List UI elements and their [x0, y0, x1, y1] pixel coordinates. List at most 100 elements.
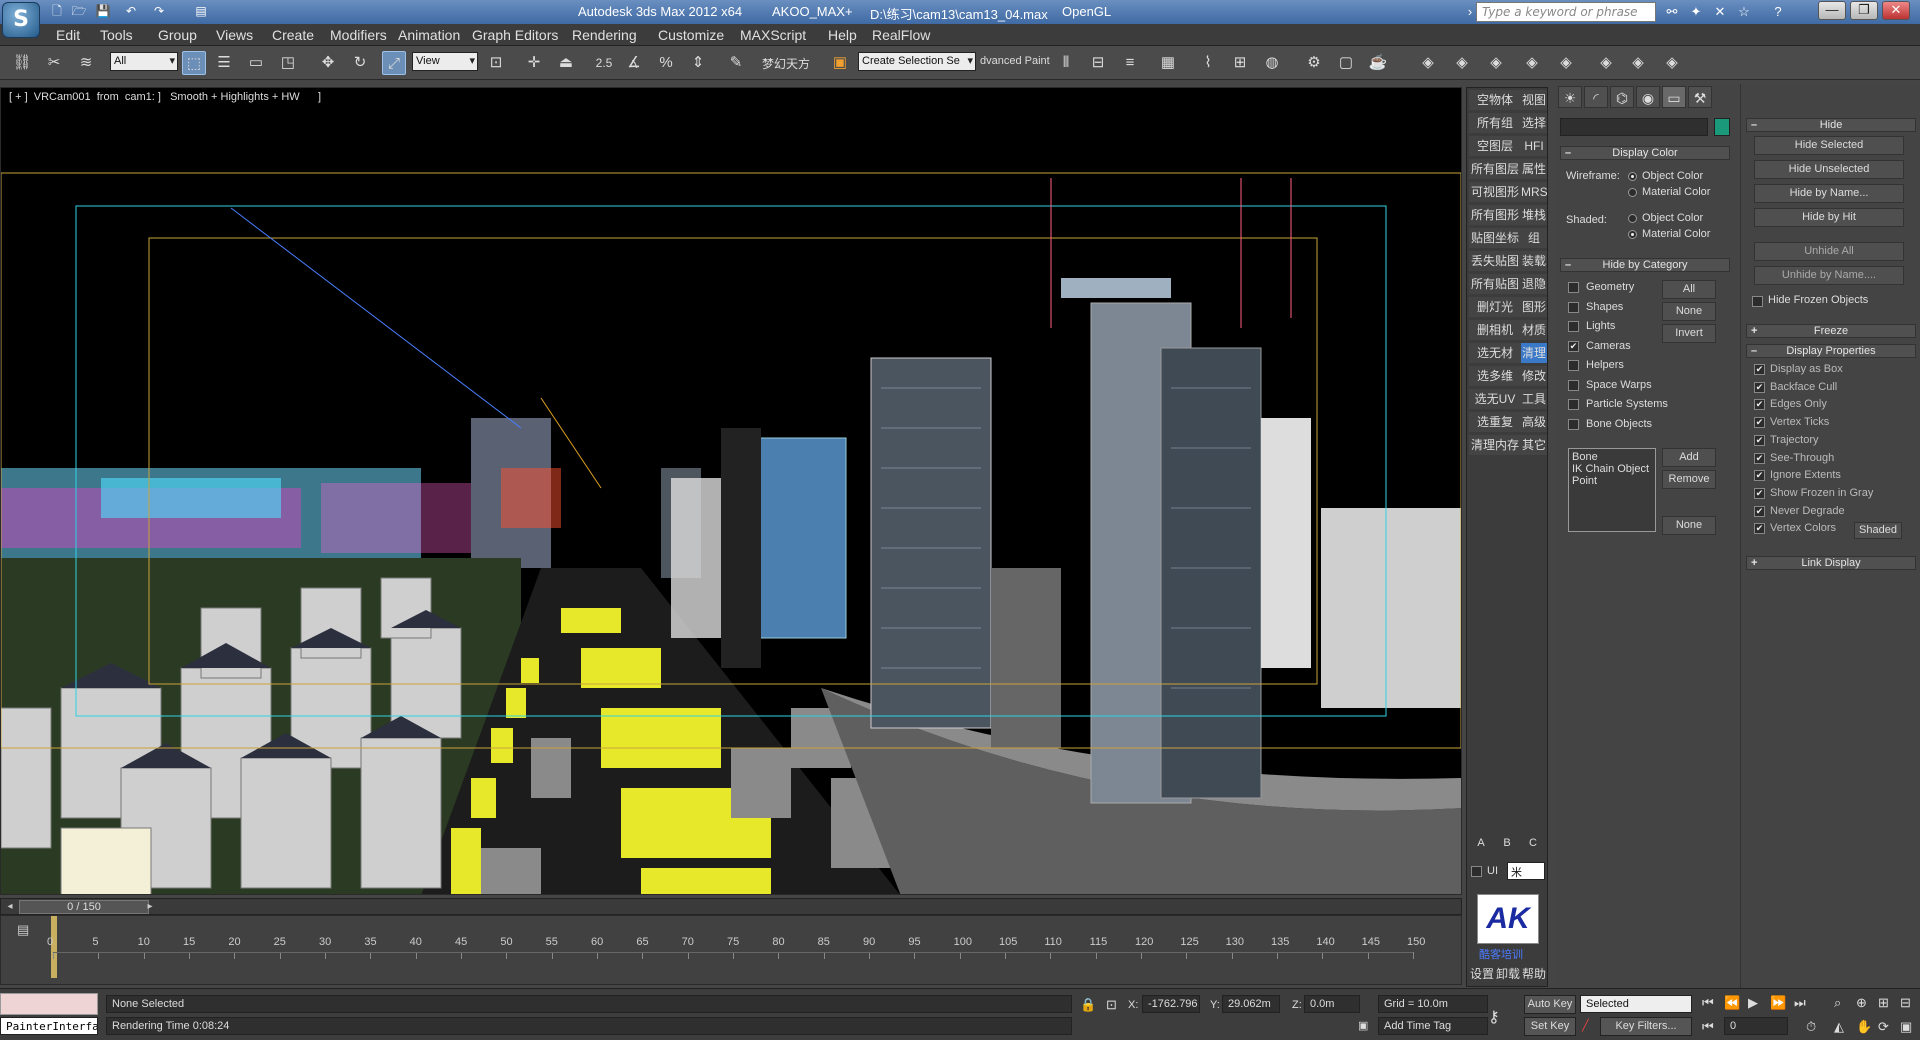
category-none2-button[interactable]: None [1662, 516, 1716, 535]
new-file-icon[interactable]: 🗋 [48, 3, 66, 20]
mirror-icon[interactable]: ⫴ [1054, 51, 1078, 75]
bind-space-warp-icon[interactable]: ≋ [74, 51, 98, 75]
camera-viewport[interactable]: [ + ] VRCam001 from cam1: ] Smooth + Hig… [0, 87, 1462, 895]
hide-by-category-rollout-header[interactable]: – Hide by Category [1560, 258, 1730, 272]
search-input[interactable]: Type a keyword or phrase [1476, 2, 1656, 22]
z-coordinate-field[interactable]: 0.0m [1304, 995, 1360, 1013]
select-and-scale-icon[interactable]: ⤢ [382, 51, 406, 75]
script-button[interactable]: MRS [1521, 182, 1547, 202]
vray-tool-7-icon[interactable]: ◈ [1626, 51, 1650, 75]
script-button[interactable]: 所有图形 [1469, 205, 1521, 225]
ak-logo[interactable]: AK [1477, 894, 1539, 944]
script-button[interactable]: 图形 [1521, 297, 1547, 317]
link-display-rollout-header[interactable]: + Link Display [1746, 556, 1916, 570]
plugin-icon[interactable]: ▣ [828, 51, 852, 75]
display-property-checkbox[interactable]: ✔ [1754, 452, 1765, 464]
material-editor-icon[interactable]: ◍ [1260, 51, 1284, 75]
field-of-view-icon[interactable]: ◭ [1834, 1019, 1844, 1035]
zoom-all-icon[interactable]: ⊕ [1856, 995, 1867, 1011]
category-bone-objects-checkbox[interactable] [1568, 418, 1579, 430]
time-tag-icon[interactable]: ▣ [1358, 1019, 1368, 1032]
category-add-button[interactable]: Add [1662, 448, 1716, 467]
utilities-tab-icon[interactable]: ⚒ [1688, 86, 1712, 108]
hide-button[interactable]: Hide Unselected [1754, 160, 1904, 179]
keyboard-shortcut-override-icon[interactable]: ⏏ [554, 51, 578, 75]
play-icon[interactable]: ▶ [1748, 995, 1758, 1011]
display-color-rollout-header[interactable]: – Display Color [1560, 146, 1730, 160]
key-mode-icon[interactable]: ⏮ [1702, 1019, 1714, 1035]
script-button[interactable]: 选无材 [1469, 343, 1521, 363]
rectangular-selection-icon[interactable]: ▭ [244, 51, 268, 75]
script-button[interactable]: 空图层 [1469, 136, 1521, 156]
menu-create[interactable]: Create [272, 27, 314, 43]
script-button[interactable]: 删灯光 [1469, 297, 1521, 317]
next-key-icon[interactable]: ⏩ [1770, 995, 1786, 1011]
percent-snap-icon[interactable]: % [654, 51, 678, 75]
zoom-extents-icon[interactable]: ⊞ [1878, 995, 1889, 1011]
time-slider[interactable]: ◂ 0 / 150 ▸ [0, 898, 1462, 915]
align-icon[interactable]: ⊟ [1086, 51, 1110, 75]
menu-customize[interactable]: Customize [658, 27, 724, 43]
prev-frame-icon[interactable]: ◂ [3, 900, 17, 914]
modify-tab-icon[interactable]: ◜ [1584, 86, 1608, 108]
script-button[interactable]: 丢失贴图 [1469, 251, 1521, 271]
layer-manager-icon[interactable]: ≡ [1118, 51, 1142, 75]
wire-object-color-radio[interactable] [1628, 172, 1637, 181]
select-and-rotate-icon[interactable]: ↻ [348, 51, 372, 75]
script-button[interactable]: 视图 [1521, 90, 1547, 110]
default-in-out-icon[interactable]: ╱ [1582, 1019, 1589, 1032]
lock-selection-icon[interactable]: 🔒 [1080, 997, 1096, 1013]
unlink-icon[interactable]: ✂ [42, 51, 66, 75]
advanced-paint-label[interactable]: dvanced Paint [980, 55, 1050, 67]
menu-help[interactable]: Help [828, 27, 857, 43]
category-helpers-checkbox[interactable] [1568, 360, 1579, 371]
pan-view-icon[interactable]: ✋ [1856, 1019, 1872, 1035]
subscription-icon[interactable]: ✦ [1686, 3, 1706, 21]
undo-icon[interactable]: ↶ [122, 3, 140, 20]
close-button[interactable]: ✕ [1882, 1, 1910, 20]
script-button[interactable]: 选无UV [1469, 389, 1521, 409]
communication-icon[interactable]: ✕ [1710, 3, 1730, 21]
abc-button[interactable]: C [1521, 835, 1545, 851]
viewport-label[interactable]: [ + ] VRCam001 from cam1: ] Smooth + Hig… [9, 91, 321, 103]
ui-checkbox[interactable] [1471, 866, 1482, 877]
time-configuration-icon[interactable]: ⏱ [1806, 1019, 1816, 1035]
x-coordinate-field[interactable]: -1762.796 [1142, 995, 1200, 1013]
script-bottom-button[interactable]: 设置 [1469, 964, 1495, 984]
category-lights-checkbox[interactable] [1568, 321, 1579, 332]
create-tab-icon[interactable]: ☀ [1558, 86, 1582, 108]
maxscript-mini-listener[interactable]: PainterInterfa [0, 1017, 98, 1035]
category-shapes-checkbox[interactable] [1568, 301, 1579, 313]
maxscript-listener-pink[interactable] [0, 993, 98, 1015]
named-selection-sets-dropdown[interactable]: Create Selection Se [858, 52, 976, 71]
curve-editor-icon[interactable]: ⌇ [1196, 51, 1220, 75]
vray-tool-8-icon[interactable]: ◈ [1660, 51, 1684, 75]
hide-button[interactable]: Unhide by Name.... [1754, 266, 1904, 285]
key-filters-button[interactable]: Key Filters... [1600, 1017, 1692, 1036]
script-bottom-button[interactable]: 卸载 [1495, 964, 1521, 984]
rendered-frame-window-icon[interactable]: ▢ [1334, 51, 1358, 75]
menu-views[interactable]: Views [216, 27, 253, 43]
redo-icon[interactable]: ↷ [150, 3, 168, 20]
hierarchy-tab-icon[interactable]: ⌬ [1610, 86, 1634, 108]
shaded-material-color-radio[interactable] [1628, 230, 1637, 239]
display-property-checkbox[interactable]: ✔ [1754, 523, 1765, 535]
display-property-checkbox[interactable]: ✔ [1754, 470, 1765, 482]
menu-modifiers[interactable]: Modifiers [330, 27, 387, 43]
category-space-warps-checkbox[interactable] [1568, 379, 1579, 391]
vertex-colors-shaded-button[interactable]: Shaded [1854, 522, 1902, 539]
graphite-tools-icon[interactable]: ▦ [1156, 51, 1180, 75]
y-coordinate-field[interactable]: 29.062m [1222, 995, 1280, 1013]
vray-tool-4-icon[interactable]: ◈ [1520, 51, 1544, 75]
project-folder-icon[interactable]: ▤ [192, 3, 210, 20]
script-button[interactable]: 高级 [1521, 412, 1547, 432]
previous-key-icon[interactable]: ⏪ [1724, 995, 1740, 1011]
shaded-object-color-radio[interactable] [1628, 214, 1637, 223]
script-button[interactable]: 所有图层 [1469, 159, 1521, 179]
select-and-manipulate-icon[interactable]: ✛ [522, 51, 546, 75]
menu-rendering[interactable]: Rendering [572, 27, 637, 43]
display-property-checkbox[interactable]: ✔ [1754, 434, 1765, 446]
script-button[interactable]: 可视图形 [1469, 182, 1521, 202]
category-none-button[interactable]: None [1662, 302, 1716, 321]
edit-named-selection-icon[interactable]: ✎ [724, 51, 748, 75]
